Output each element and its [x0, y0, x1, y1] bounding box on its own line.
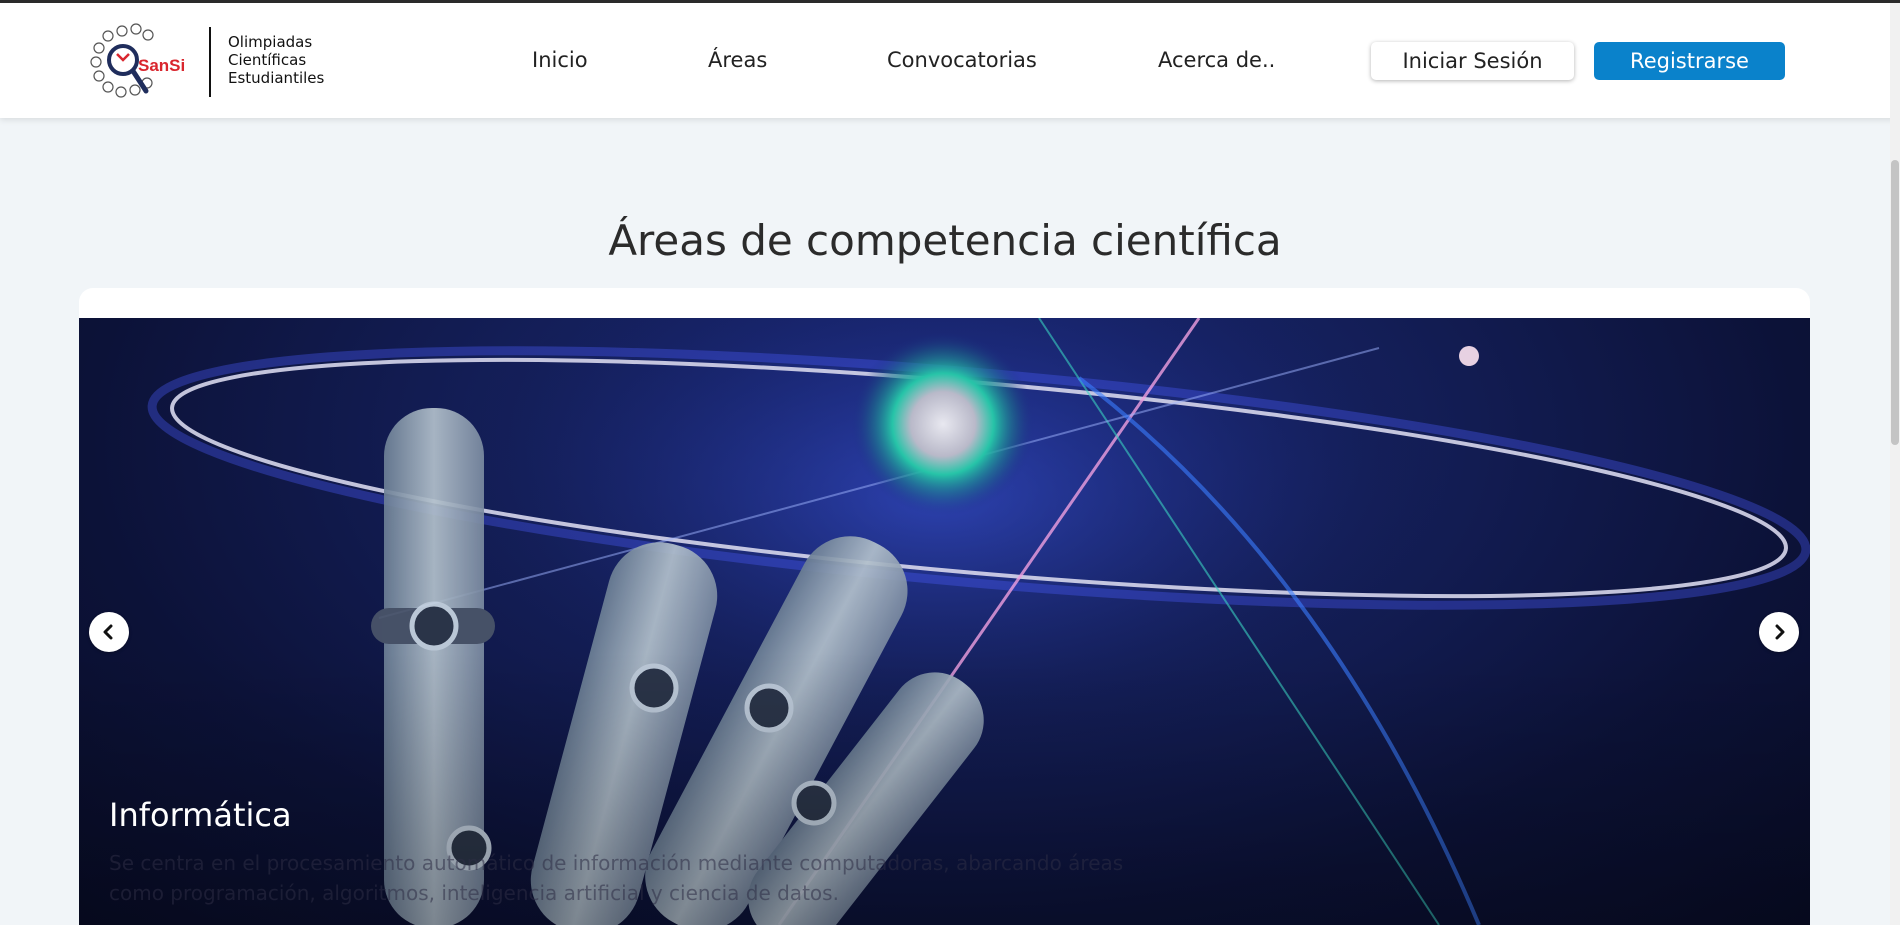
brand-line-3: Estudiantiles — [228, 69, 325, 87]
brand-name: Olimpiadas Científicas Estudiantiles — [228, 33, 324, 87]
carousel-prev-button[interactable] — [89, 612, 129, 652]
chevron-left-icon — [103, 624, 113, 640]
logo-divider — [209, 27, 211, 97]
section-title: Áreas de competencia científica — [608, 216, 1282, 265]
nav-acerca-de[interactable]: Acerca de.. — [1158, 48, 1275, 72]
slide-title: Informática — [109, 796, 292, 834]
nav-inicio[interactable]: Inicio — [532, 48, 588, 72]
areas-carousel: Informática Se centra en el procesamient… — [79, 288, 1810, 925]
nav-areas[interactable]: Áreas — [708, 48, 767, 72]
register-button[interactable]: Registrarse — [1594, 42, 1785, 80]
site-header: SanSi Olimpiadas Científicas Estudiantil… — [0, 3, 1900, 118]
login-button[interactable]: Iniciar Sesión — [1371, 42, 1574, 80]
slide-description: Se centra en el procesamiento automático… — [109, 851, 1124, 905]
nav-convocatorias[interactable]: Convocatorias — [887, 48, 1037, 72]
chevron-right-icon — [1775, 624, 1785, 640]
page-scrollbar[interactable] — [1890, 3, 1900, 925]
sansi-logo[interactable]: SanSi — [86, 23, 192, 101]
brand-line-2: Científicas — [228, 51, 307, 69]
carousel-next-button[interactable] — [1759, 612, 1799, 652]
scrollbar-thumb[interactable] — [1891, 160, 1899, 445]
carousel-slide[interactable]: Informática Se centra en el procesamient… — [79, 318, 1810, 925]
logo-text: SanSi — [138, 56, 185, 75]
slide-overlay — [79, 318, 1810, 925]
brand-line-1: Olimpiadas — [228, 33, 313, 51]
